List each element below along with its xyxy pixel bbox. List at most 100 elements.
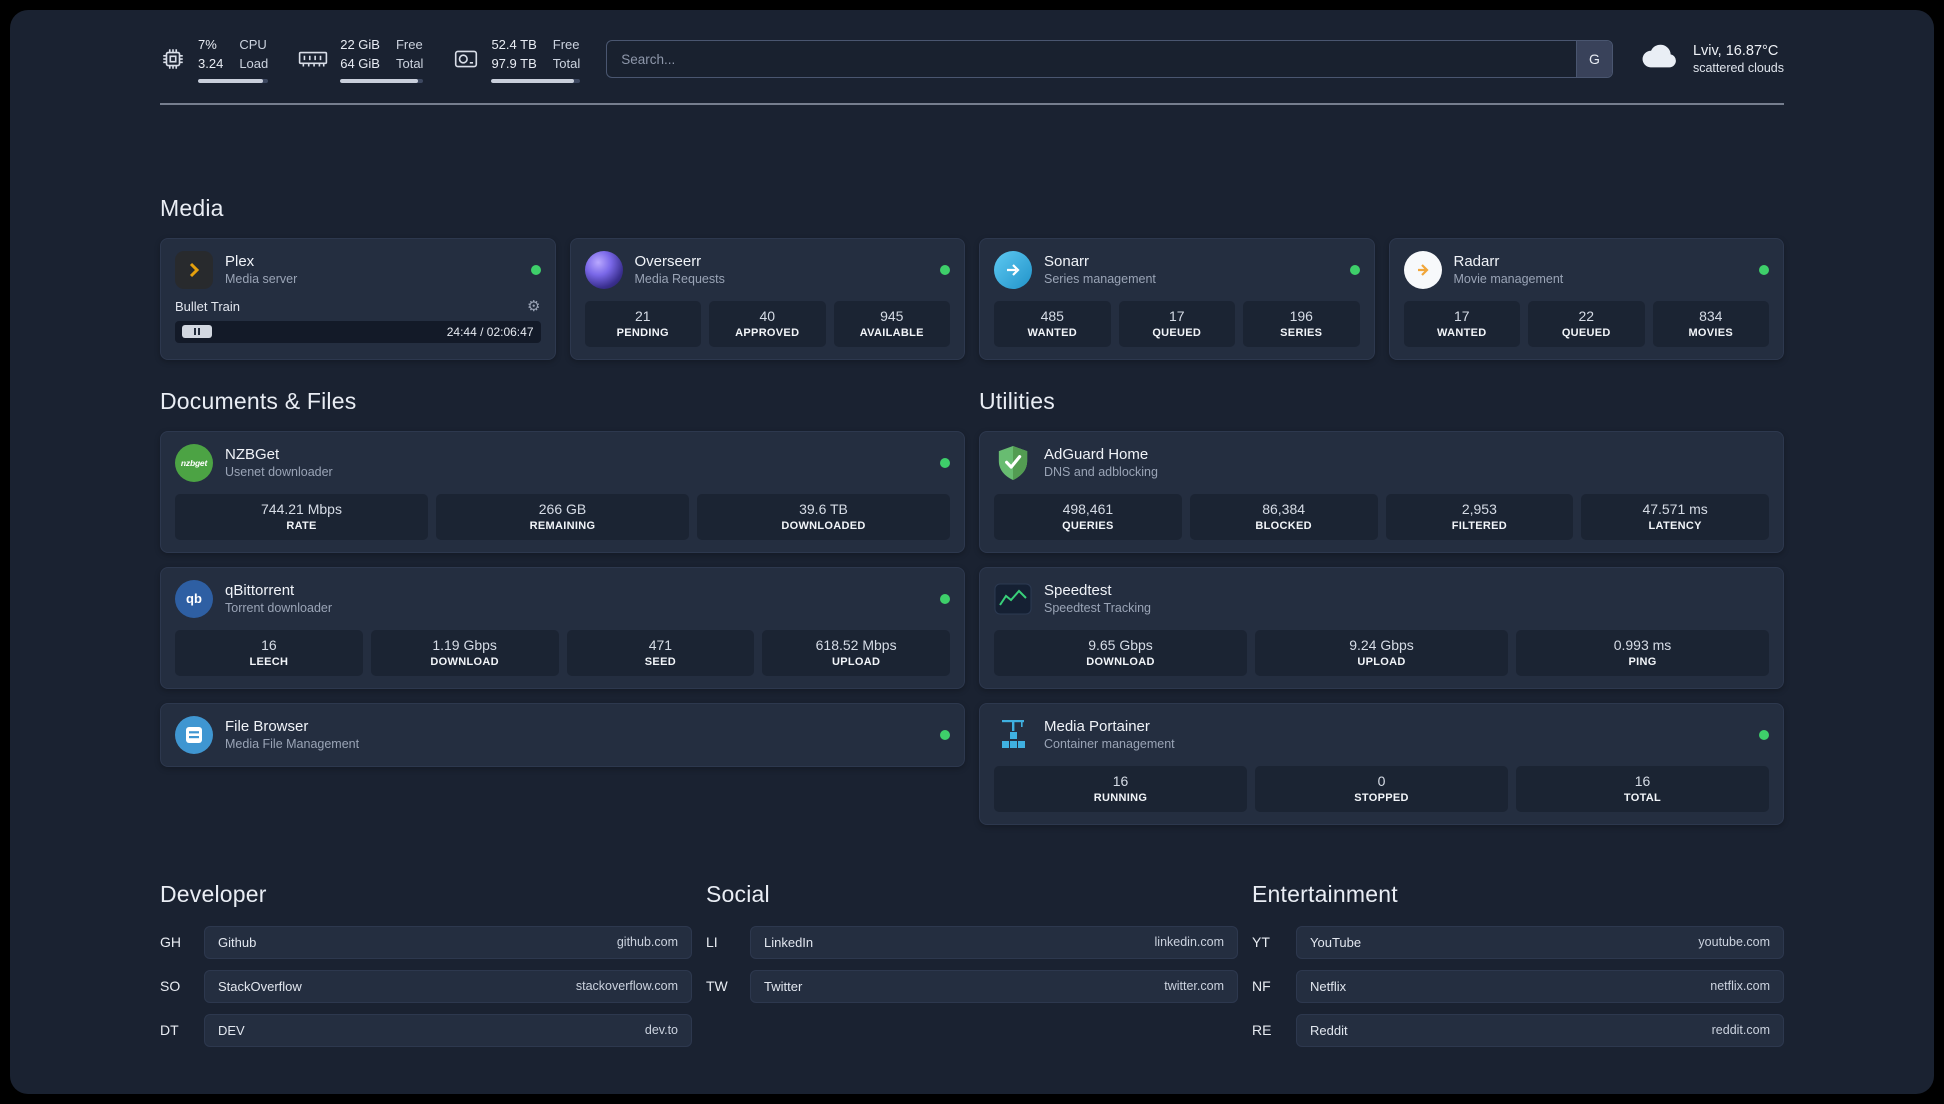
stat-running: 16 RUNNING [994, 765, 1247, 812]
app-name: qBittorrent [225, 582, 295, 600]
bookmark-abbr: YT [1252, 934, 1270, 951]
app-names: Sonarr Series management [1044, 253, 1338, 286]
search-engine-button[interactable]: G [1575, 41, 1612, 78]
stat-pending: 21 PENDING [584, 300, 701, 347]
bookmark-name: StackOverflow [218, 978, 302, 994]
radarr-icon [1403, 250, 1442, 289]
app-subtitle: Series management [1044, 272, 1156, 287]
card-header: nzbget NZBGet Usenet downloader [175, 443, 950, 482]
stat-value: 834 [1699, 307, 1723, 324]
stat-value: 618.52 Mbps [815, 636, 897, 653]
stats-row: 485 WANTED 17 QUEUED 196 SERIES [994, 300, 1360, 347]
app-card-portainer[interactable]: Media Portainer Container management 16 … [979, 702, 1784, 825]
app-card-overseerr[interactable]: Overseerr Media Requests 21 PENDING 40 A… [569, 237, 965, 360]
app-name: Overseerr [634, 253, 702, 271]
app-card-sonarr[interactable]: Sonarr Series management 485 WANTED 17 Q… [979, 237, 1375, 360]
app-subtitle: Media server [225, 272, 298, 287]
stat-label: QUEUED [1152, 326, 1202, 339]
bookmark-netflix[interactable]: NF Netflix netflix.com [1252, 969, 1784, 1003]
search-bar: G [606, 40, 1613, 79]
card-header: Sonarr Series management [994, 250, 1360, 289]
app-card-qbittorrent[interactable]: qb qBittorrent Torrent downloader 16 LEE… [160, 566, 965, 689]
stat-download: 1.19 Gbps DOWNLOAD [370, 629, 559, 676]
bookmark-youtube[interactable]: YT YouTube youtube.com [1252, 925, 1784, 959]
stat-download: 9.65 Gbps DOWNLOAD [994, 629, 1247, 676]
app-name: Media Portainer [1044, 718, 1150, 736]
stat-wanted: 485 WANTED [994, 300, 1111, 347]
stat-value: 945 [880, 307, 904, 324]
app-names: Speedtest Speedtest Tracking [1044, 582, 1769, 615]
status-indicator [1759, 729, 1769, 740]
plex-icon [175, 250, 213, 289]
status-indicator [1759, 264, 1769, 275]
bookmark-url: reddit.com [1711, 1023, 1770, 1038]
playback-progress-bar[interactable]: 24:44 / 02:06:47 [175, 320, 541, 343]
app-card-nzbget[interactable]: nzbget NZBGet Usenet downloader 744.21 M… [160, 430, 965, 553]
stat-remaining: 266 GB REMAINING [436, 493, 689, 540]
stat-label: APPROVED [735, 326, 800, 339]
bookmark-abbr: DT [160, 1022, 179, 1039]
bookmark-twitter[interactable]: TW Twitter twitter.com [706, 969, 1238, 1003]
stat-filtered: 2,953 FILTERED [1385, 493, 1574, 540]
app-names: AdGuard Home DNS and adblocking [1044, 446, 1769, 479]
app-card-speedtest[interactable]: Speedtest Speedtest Tracking 9.65 Gbps D… [979, 566, 1784, 689]
section-documents: Documents & Files nzbget NZBGet Usenet d… [160, 388, 965, 825]
section-developer: Developer GH Github github.com SO StackO… [160, 881, 692, 1047]
cpu-usage-bar [198, 78, 269, 83]
app-names: Media Portainer Container management [1044, 718, 1747, 751]
cpu-metric-body: 7% 3.24 CPU Load [198, 36, 269, 83]
stat-value: 1.19 Gbps [432, 636, 497, 653]
app-subtitle: Media Requests [634, 272, 725, 287]
card-header: Radarr Movie management [1403, 250, 1769, 289]
bookmark-url: twitter.com [1164, 979, 1224, 994]
disk-usage-bar [491, 78, 581, 83]
disk-free-label: Free [552, 37, 580, 52]
bookmark-name: DEV [218, 1022, 245, 1038]
stat-value: 17 [1168, 307, 1185, 324]
app-name: Sonarr [1044, 253, 1090, 271]
status-indicator [940, 729, 950, 740]
stat-value: 39.6 TB [799, 500, 848, 517]
stat-queued: 22 QUEUED [1528, 300, 1645, 347]
app-names: File Browser Media File Management [225, 718, 928, 751]
stat-blocked: 86,384 BLOCKED [1189, 493, 1378, 540]
bookmark-stackoverflow[interactable]: SO StackOverflow stackoverflow.com [160, 969, 692, 1003]
app-card-radarr[interactable]: Radarr Movie management 17 WANTED 22 QUE… [1388, 237, 1784, 360]
app-card-filebrowser[interactable]: File Browser Media File Management [160, 702, 965, 767]
app-card-plex[interactable]: Plex Media server Bullet Train ⚙ 24:44 /… [160, 237, 556, 360]
stat-label: AVAILABLE [859, 326, 924, 339]
bookmark-name: Reddit [1310, 1022, 1348, 1038]
search-input[interactable] [607, 41, 1576, 78]
dashboard: 7% 3.24 CPU Load 22 GiB 64 GiB Free Tota… [10, 10, 1934, 1094]
stat-value: 498,461 [1062, 500, 1114, 517]
card-header: File Browser Media File Management [175, 715, 950, 754]
stats-row: 9.65 Gbps DOWNLOAD 9.24 Gbps UPLOAD 0.99… [994, 629, 1769, 676]
stat-label: LATENCY [1648, 519, 1702, 532]
memory-free-value: 22 GiB [340, 37, 380, 52]
settings-gear-icon[interactable]: ⚙ [527, 299, 540, 314]
stat-queries: 498,461 QUERIES [994, 493, 1182, 540]
app-name: AdGuard Home [1044, 446, 1149, 464]
stat-value: 0 [1377, 772, 1386, 789]
stat-label: DOWNLOAD [430, 655, 499, 668]
card-header: Plex Media server [175, 250, 541, 289]
stat-wanted: 17 WANTED [1403, 300, 1520, 347]
pause-button[interactable] [182, 325, 212, 339]
stat-label: STOPPED [1354, 791, 1409, 804]
stats-row: 21 PENDING 40 APPROVED 945 AVAILABLE [584, 300, 950, 347]
bookmark-linkedin[interactable]: LI LinkedIn linkedin.com [706, 925, 1238, 959]
bookmark-dev[interactable]: DT DEV dev.to [160, 1013, 692, 1047]
stat-label: LEECH [249, 655, 289, 668]
stat-leech: 16 LEECH [175, 629, 363, 676]
bookmark-abbr: SO [160, 978, 181, 995]
app-card-adguard[interactable]: AdGuard Home DNS and adblocking 498,461 … [979, 430, 1784, 553]
app-name: File Browser [225, 718, 309, 736]
bookmark-reddit[interactable]: RE Reddit reddit.com [1252, 1013, 1784, 1047]
app-subtitle: Media File Management [225, 737, 360, 752]
app-subtitle: DNS and adblocking [1044, 465, 1158, 480]
bookmark-name: LinkedIn [764, 934, 814, 950]
section-media: Media Plex Media server Bullet Train ⚙ 2… [160, 195, 1784, 360]
bookmark-github[interactable]: GH Github github.com [160, 925, 692, 959]
stat-label: QUEUED [1561, 326, 1611, 339]
stat-label: MOVIES [1688, 326, 1734, 339]
